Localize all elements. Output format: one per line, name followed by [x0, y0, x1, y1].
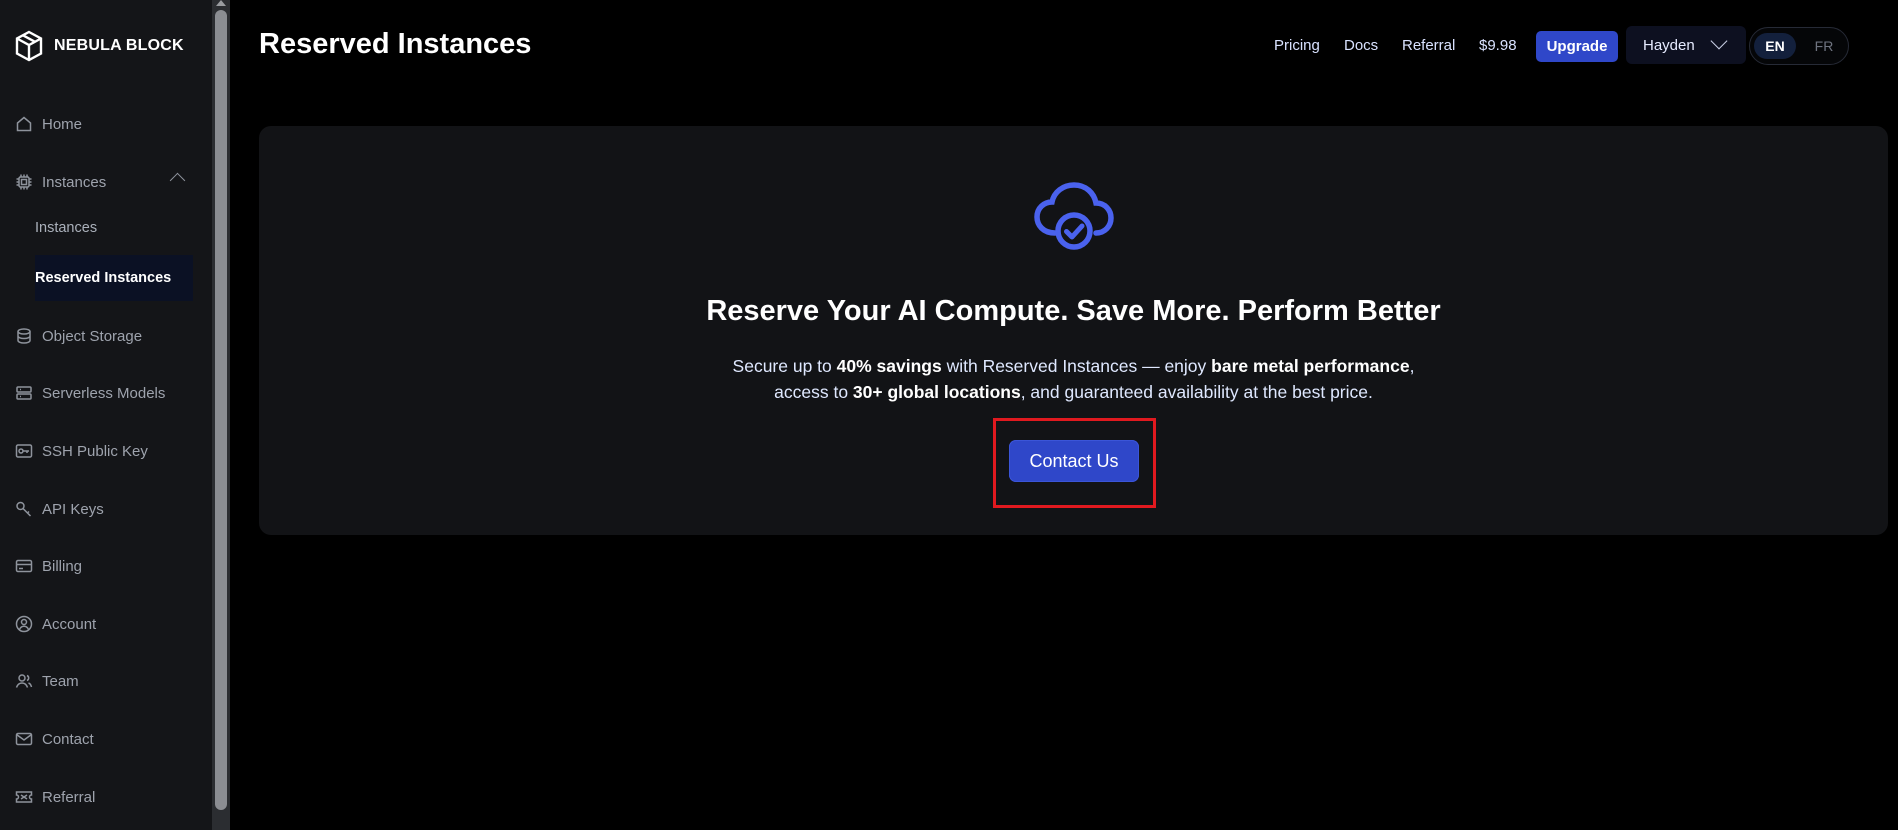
sidebar-item-contact[interactable]: Contact: [14, 727, 94, 751]
sidebar-item-label: Contact: [42, 730, 94, 748]
page-title: Reserved Instances: [259, 28, 532, 60]
nav-link-pricing[interactable]: Pricing: [1274, 37, 1320, 54]
brand-logo[interactable]: NEBULA BLOCK: [14, 30, 184, 62]
user-menu[interactable]: Hayden: [1626, 26, 1746, 64]
sidebar-item-instances[interactable]: Instances: [14, 170, 106, 194]
key-icon: [14, 499, 34, 519]
nav-link-docs[interactable]: Docs: [1344, 37, 1378, 54]
hero-description: Secure up to 40% savings with Reserved I…: [259, 353, 1888, 405]
hero-desc-text: access to: [774, 382, 853, 402]
user-name: Hayden: [1643, 36, 1695, 54]
hero-desc-text: Secure up to: [732, 356, 837, 376]
sidebar-item-api-keys[interactable]: API Keys: [14, 497, 104, 521]
contact-us-button[interactable]: Contact Us: [1009, 440, 1139, 482]
hero-desc-text: ,: [1409, 356, 1415, 376]
sidebar-subitem-instances[interactable]: Instances: [35, 220, 97, 236]
language-toggle[interactable]: EN FR: [1749, 27, 1849, 65]
chevron-up-icon[interactable]: [169, 172, 186, 189]
sidebar-item-ssh-public-key[interactable]: SSH Public Key: [14, 439, 148, 463]
sidebar-item-referral[interactable]: Referral: [14, 785, 95, 809]
hero-desc-bold: 30+ global locations: [852, 382, 1021, 402]
account-icon: [14, 614, 34, 634]
hero-desc-bold: 40% savings: [836, 356, 942, 376]
cube-logo-icon: [15, 30, 43, 62]
cloud-check-icon: [1034, 182, 1114, 250]
database-icon: [14, 326, 34, 346]
key-card-icon: [14, 441, 34, 461]
sidebar-item-label: Account: [42, 615, 97, 633]
sidebar-item-serverless-models[interactable]: Serverless Models: [14, 381, 165, 405]
sidebar-item-label: Home: [42, 115, 83, 133]
nav-link-referral[interactable]: Referral: [1402, 37, 1455, 54]
chip-icon: [14, 172, 34, 192]
sidebar-item-account[interactable]: Account: [14, 612, 96, 636]
sidebar-item-label: Referral: [42, 788, 96, 806]
sidebar: NEBULA BLOCK Home Instances Instances Re…: [0, 0, 212, 830]
hero-desc-text: , and guaranteed availability at the bes…: [1020, 382, 1373, 402]
hero-desc-bold: bare metal performance: [1211, 356, 1410, 376]
sidebar-item-label: Team: [42, 672, 79, 690]
sidebar-item-label: Billing: [42, 557, 83, 575]
sidebar-item-label: Serverless Models: [42, 384, 166, 402]
sidebar-item-object-storage[interactable]: Object Storage: [14, 324, 142, 348]
hero-desc-text: with Reserved Instances — enjoy: [941, 356, 1212, 376]
server-icon: [14, 383, 34, 403]
team-icon: [14, 671, 34, 691]
ticket-icon: [14, 787, 34, 807]
sidebar-item-team[interactable]: Team: [14, 669, 79, 693]
language-option-fr[interactable]: FR: [1804, 33, 1844, 59]
billing-icon: [14, 556, 34, 576]
brand-name: NEBULA BLOCK: [54, 37, 184, 54]
sidebar-item-home[interactable]: Home: [14, 112, 82, 136]
sidebar-item-label: Instances: [42, 173, 107, 191]
sidebar-scrollbar[interactable]: [212, 0, 230, 830]
sidebar-item-label: SSH Public Key: [42, 442, 148, 460]
home-icon: [14, 114, 34, 134]
mail-icon: [14, 729, 34, 749]
scrollbar-thumb[interactable]: [215, 10, 227, 810]
upgrade-button[interactable]: Upgrade: [1536, 31, 1618, 62]
hero-title: Reserve Your AI Compute. Save More. Perf…: [706, 295, 1441, 327]
sidebar-subitem-reserved-instances[interactable]: Reserved Instances: [35, 255, 193, 301]
scroll-up-arrow-icon[interactable]: [216, 0, 226, 6]
sidebar-item-label: API Keys: [42, 500, 104, 518]
balance-display: $9.98: [1479, 37, 1517, 54]
sidebar-item-billing[interactable]: Billing: [14, 554, 82, 578]
sidebar-item-label: Object Storage: [42, 327, 143, 345]
language-option-en[interactable]: EN: [1754, 33, 1796, 59]
